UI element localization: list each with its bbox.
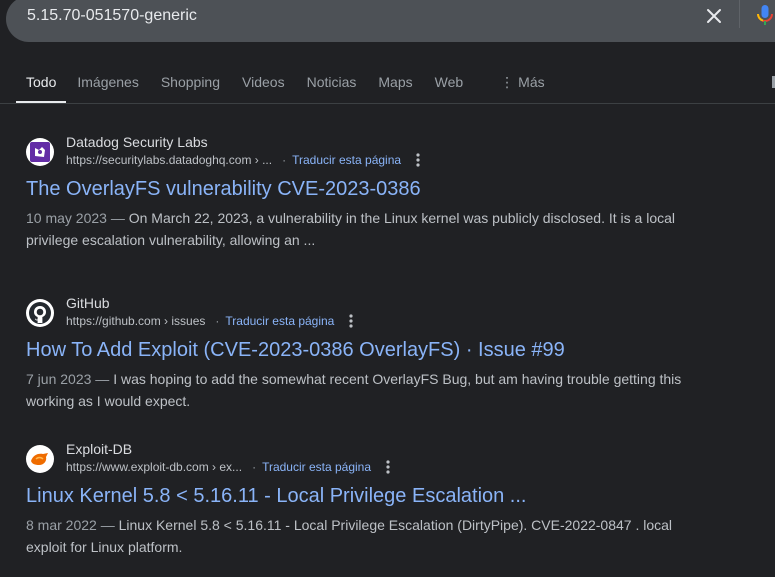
date-dash: —: [106, 210, 129, 226]
result-site-name: Datadog Security Labs: [66, 134, 208, 150]
result-snippet: 10 may 2023 — On March 22, 2023, a vulne…: [26, 207, 686, 251]
url-separator: ·: [215, 314, 220, 328]
more-options-icon[interactable]: [412, 152, 424, 168]
more-options-icon[interactable]: [382, 459, 394, 475]
tab-imagenes[interactable]: Imágenes: [66, 70, 149, 104]
search-input[interactable]: 5.15.70-051570-generic: [27, 6, 627, 26]
result-date: 8 mar 2022: [26, 517, 97, 533]
tab-noticias[interactable]: Noticias: [296, 70, 368, 104]
translate-link[interactable]: Traducir esta página: [292, 153, 401, 167]
search-tabs: Todo Imágenes Shopping Videos Noticias M…: [16, 70, 556, 104]
translate-link[interactable]: Traducir esta página: [262, 460, 371, 474]
result-title-link[interactable]: Linux Kernel 5.8 < 5.16.11 - Local Privi…: [26, 483, 526, 509]
result-site-name: Exploit-DB: [66, 441, 133, 457]
result-url[interactable]: https://github.com › issues: [66, 314, 205, 328]
date-dash: —: [96, 517, 119, 533]
more-vert-icon: ⋮: [500, 74, 515, 90]
result-snippet: 8 mar 2022 — Linux Kernel 5.8 < 5.16.11 …: [26, 514, 686, 558]
result-site-name: GitHub: [66, 295, 110, 311]
translate-link[interactable]: Traducir esta página: [225, 314, 334, 328]
result-url-row: https://www.exploit-db.com › ex... · Tra…: [66, 459, 394, 475]
tab-maps[interactable]: Maps: [367, 70, 423, 104]
tab-more[interactable]: ⋮ Más: [474, 70, 555, 104]
clear-icon[interactable]: [702, 4, 726, 28]
tab-todo[interactable]: Todo: [16, 70, 67, 104]
tabs-divider: [0, 103, 775, 104]
search-results-page: 5.15.70-051570-generic Todo Imágenes Sho…: [0, 0, 775, 577]
result-title-link[interactable]: How To Add Exploit (CVE-2023-0386 Overla…: [26, 337, 565, 363]
result-date: 7 jun 2023: [26, 371, 92, 387]
search-divider: [739, 0, 740, 28]
tab-more-label: Más: [518, 74, 545, 90]
tab-videos[interactable]: Videos: [231, 70, 296, 104]
tab-shopping[interactable]: Shopping: [150, 70, 231, 104]
exploitdb-icon: [26, 445, 54, 473]
github-icon: [26, 299, 54, 327]
date-dash: —: [91, 371, 114, 387]
result-snippet: 7 jun 2023 — I was hoping to add the som…: [26, 368, 686, 412]
url-separator: ·: [252, 460, 257, 474]
result-url[interactable]: https://www.exploit-db.com › ex...: [66, 460, 242, 474]
url-separator: ·: [282, 153, 287, 167]
datadog-icon: [26, 138, 54, 166]
tab-web[interactable]: Web: [424, 70, 475, 104]
result-url[interactable]: https://securitylabs.datadoghq.com › ...: [66, 153, 272, 167]
search-bar[interactable]: 5.15.70-051570-generic: [6, 0, 775, 42]
result-url-row: https://securitylabs.datadoghq.com › ...…: [66, 152, 424, 168]
result-snippet-text: I was hoping to add the somewhat recent …: [26, 371, 682, 409]
result-snippet-text: Linux Kernel 5.8 < 5.16.11 - Local Privi…: [26, 517, 673, 555]
result-date: 10 may 2023: [26, 210, 107, 226]
result-url-row: https://github.com › issues · Traducir e…: [66, 313, 357, 329]
microphone-icon[interactable]: [753, 2, 775, 28]
result-title-link[interactable]: The OverlayFS vulnerability CVE-2023-038…: [26, 176, 421, 202]
more-options-icon[interactable]: [345, 313, 357, 329]
